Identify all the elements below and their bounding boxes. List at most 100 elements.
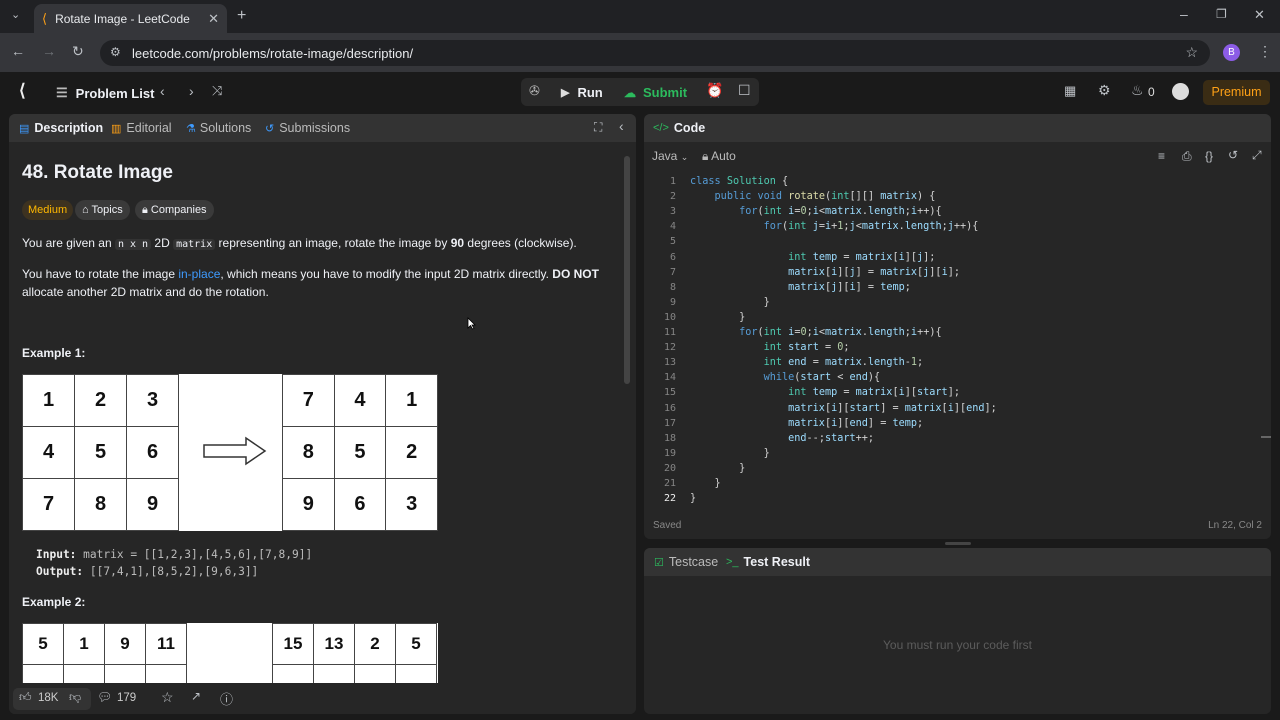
code-line[interactable]: }: [690, 448, 770, 463]
code-line[interactable]: }: [690, 297, 770, 312]
line-number: 8: [669, 281, 676, 293]
comment-count: 179: [117, 692, 137, 704]
code-line[interactable]: end--;start++;: [690, 433, 874, 448]
maximize-icon[interactable]: ❐: [1216, 7, 1227, 21]
share-icon[interactable]: ↗: [191, 689, 201, 703]
code-line[interactable]: public void rotate(int[][] matrix) {: [690, 191, 936, 206]
example-1-output-grid: 741852963: [282, 374, 438, 531]
url-text: leetcode.com/problems/rotate-image/descr…: [132, 45, 414, 61]
random-problem-icon[interactable]: ⤨: [212, 83, 222, 99]
app-header: ⟨ ☰ Problem List ‹ › ⤨ ✇ ▶ Run ☁ Submit …: [0, 72, 1280, 112]
topics-tag[interactable]: ⌂ Topics: [75, 200, 130, 220]
streak-fire-icon[interactable]: ♨: [1131, 82, 1144, 99]
code-line[interactable]: }: [690, 463, 745, 478]
panel-resize-handle[interactable]: [945, 542, 971, 545]
problem-list-button[interactable]: ☰ Problem List: [56, 85, 154, 101]
browser-menu-icon[interactable]: ⋮: [1258, 43, 1272, 60]
example-1-output: [[7,4,1],[8,5,2],[9,6,3]]: [89, 565, 259, 578]
code-line[interactable]: int temp = matrix[i][start];: [690, 387, 960, 402]
tab-description[interactable]: ▤ Description: [19, 114, 103, 142]
fullscreen-icon[interactable]: ⤢: [1252, 148, 1262, 163]
back-icon[interactable]: ←: [11, 43, 25, 59]
line-number: 6: [669, 251, 676, 263]
tab-editorial[interactable]: ▥ Editorial: [111, 114, 172, 142]
code-line[interactable]: }: [690, 312, 745, 327]
run-button[interactable]: ▶ Run: [561, 85, 603, 100]
bookmark-star-icon[interactable]: ☆: [1185, 44, 1198, 61]
code-line[interactable]: }: [690, 478, 721, 493]
line-number: 3: [669, 206, 676, 218]
code-line[interactable]: int end = matrix.length-1;: [690, 357, 924, 372]
reload-icon[interactable]: ↻: [72, 43, 84, 60]
code-line[interactable]: for(int i=0;i<matrix.length;i++){: [690, 327, 942, 342]
code-line[interactable]: int start = 0;: [690, 342, 850, 357]
timer-icon[interactable]: ⏰: [706, 82, 723, 99]
language-select[interactable]: Java ⌄: [652, 149, 688, 163]
editorial-icon: ▥: [111, 122, 122, 135]
thumbs-down-icon[interactable]: 👎︎: [69, 690, 81, 705]
code-line[interactable]: matrix[i][end] = temp;: [690, 418, 923, 433]
companies-label: Companies: [150, 204, 207, 216]
grid-cell: 3: [385, 478, 438, 531]
help-icon[interactable]: ⓘ: [220, 689, 233, 708]
tab-test-result[interactable]: >_ Test Result: [726, 548, 810, 576]
code-editor[interactable]: 1 class Solution {2 public void rotate(in…: [644, 176, 1264, 511]
tab-code[interactable]: </> Code: [653, 114, 705, 142]
profile-avatar[interactable]: B: [1223, 44, 1240, 61]
next-problem-icon[interactable]: ›: [189, 83, 194, 99]
comment-icon[interactable]: 💬︎: [97, 690, 112, 704]
description-scrollbar[interactable]: [623, 146, 631, 681]
new-tab-icon[interactable]: +: [237, 7, 246, 25]
grid-cell: 8: [74, 478, 127, 531]
prev-problem-icon[interactable]: ‹: [160, 83, 165, 99]
submit-button[interactable]: ☁ Submit: [624, 85, 687, 100]
code-line[interactable]: matrix[i][start] = matrix[i][end];: [690, 403, 997, 418]
thumbs-up-icon[interactable]: 👍︎: [19, 690, 32, 705]
braces-icon[interactable]: {}: [1205, 149, 1213, 163]
code-line[interactable]: while(start < end){: [690, 372, 881, 387]
browser-tab[interactable]: ⟨ Rotate Image - LeetCode ✕: [34, 4, 227, 33]
example-1-io: Input: matrix = [[1,2,3],[4,5,6],[7,8,9]…: [36, 546, 312, 580]
tab-submissions[interactable]: ↺ Submissions: [265, 114, 350, 142]
input-label: Input:: [36, 548, 77, 561]
reset-icon[interactable]: ↺: [1228, 148, 1238, 162]
code-line[interactable]: }: [690, 493, 696, 508]
expand-icon[interactable]: ⛶: [594, 120, 602, 135]
favorite-star-icon[interactable]: ☆: [161, 689, 174, 706]
tab-testcase[interactable]: ☑ Testcase: [654, 548, 718, 576]
example-2-title: Example 2:: [22, 595, 86, 609]
code-line[interactable]: for(int i=0;i<matrix.length;i++){: [690, 206, 942, 221]
code-line[interactable]: class Solution {: [690, 176, 788, 191]
layout-icon[interactable]: ▦: [1064, 83, 1076, 99]
user-avatar[interactable]: [1172, 83, 1189, 100]
in-place-link[interactable]: in-place: [178, 267, 220, 281]
empty-result-message: You must run your code first: [883, 638, 1032, 652]
site-info-icon[interactable]: ⚙: [110, 45, 121, 59]
bookmark-icon[interactable]: ⎙: [1182, 149, 1192, 164]
tab-search-icon[interactable]: ⌄: [11, 8, 20, 21]
window-close-icon[interactable]: ✕: [1254, 7, 1265, 23]
tab-solutions-label: Solutions: [199, 121, 252, 135]
notes-icon[interactable]: ☐: [738, 82, 751, 99]
output-label: Output:: [36, 565, 84, 578]
format-icon[interactable]: ≡: [1158, 149, 1165, 163]
premium-button[interactable]: Premium: [1203, 80, 1270, 105]
code-line[interactable]: matrix[j][i] = temp;: [690, 282, 911, 297]
code-line[interactable]: matrix[i][j] = matrix[j][i];: [690, 267, 960, 282]
debug-icon[interactable]: ✇: [529, 83, 540, 99]
leetcode-logo-icon[interactable]: ⟨: [19, 81, 26, 101]
scrollbar-thumb[interactable]: [624, 156, 630, 384]
code-line[interactable]: for(int j=i+1;j<matrix.length;j++){: [690, 221, 979, 236]
address-bar[interactable]: ⚙ leetcode.com/problems/rotate-image/des…: [100, 40, 1210, 66]
problem-title[interactable]: 48. Rotate Image: [22, 162, 173, 184]
forward-icon[interactable]: →: [42, 43, 56, 59]
companies-tag[interactable]: 🔒︎ Companies: [135, 200, 214, 220]
tab-close-icon[interactable]: ✕: [208, 11, 219, 27]
play-icon: ▶: [561, 87, 570, 99]
settings-gear-icon[interactable]: ⚙: [1098, 82, 1111, 99]
auto-mode[interactable]: 🔒︎ Auto: [702, 149, 736, 164]
tab-solutions[interactable]: ⚗ Solutions: [186, 114, 251, 142]
code-line[interactable]: int temp = matrix[i][j];: [690, 252, 935, 267]
minimize-icon[interactable]: –: [1180, 6, 1188, 22]
collapse-panel-icon[interactable]: ‹: [619, 118, 624, 134]
